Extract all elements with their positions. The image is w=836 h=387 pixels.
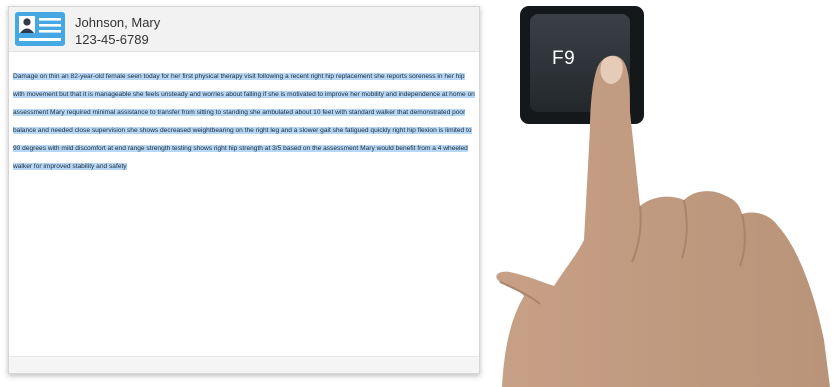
patient-header: Johnson, Mary 123-45-6789 [9,7,479,52]
patient-id-number: 123-45-6789 [75,32,149,47]
selected-note-text[interactable]: Damage on thin an 82-year-old female see… [13,73,475,170]
note-text-area[interactable]: Damage on thin an 82-year-old female see… [13,65,475,355]
patient-name: Johnson, Mary [75,15,161,30]
f9-key-label: F9 [552,48,576,69]
screenshot-stage: Johnson, Mary 123-45-6789 Damage on thin… [0,0,836,387]
note-window: Johnson, Mary 123-45-6789 Damage on thin… [8,6,480,374]
finger-pressing-key-icon [496,6,830,387]
keyboard-key-illustration: F9 [480,0,836,387]
patient-id-card-icon [15,12,65,46]
note-footer-bar [9,356,479,373]
